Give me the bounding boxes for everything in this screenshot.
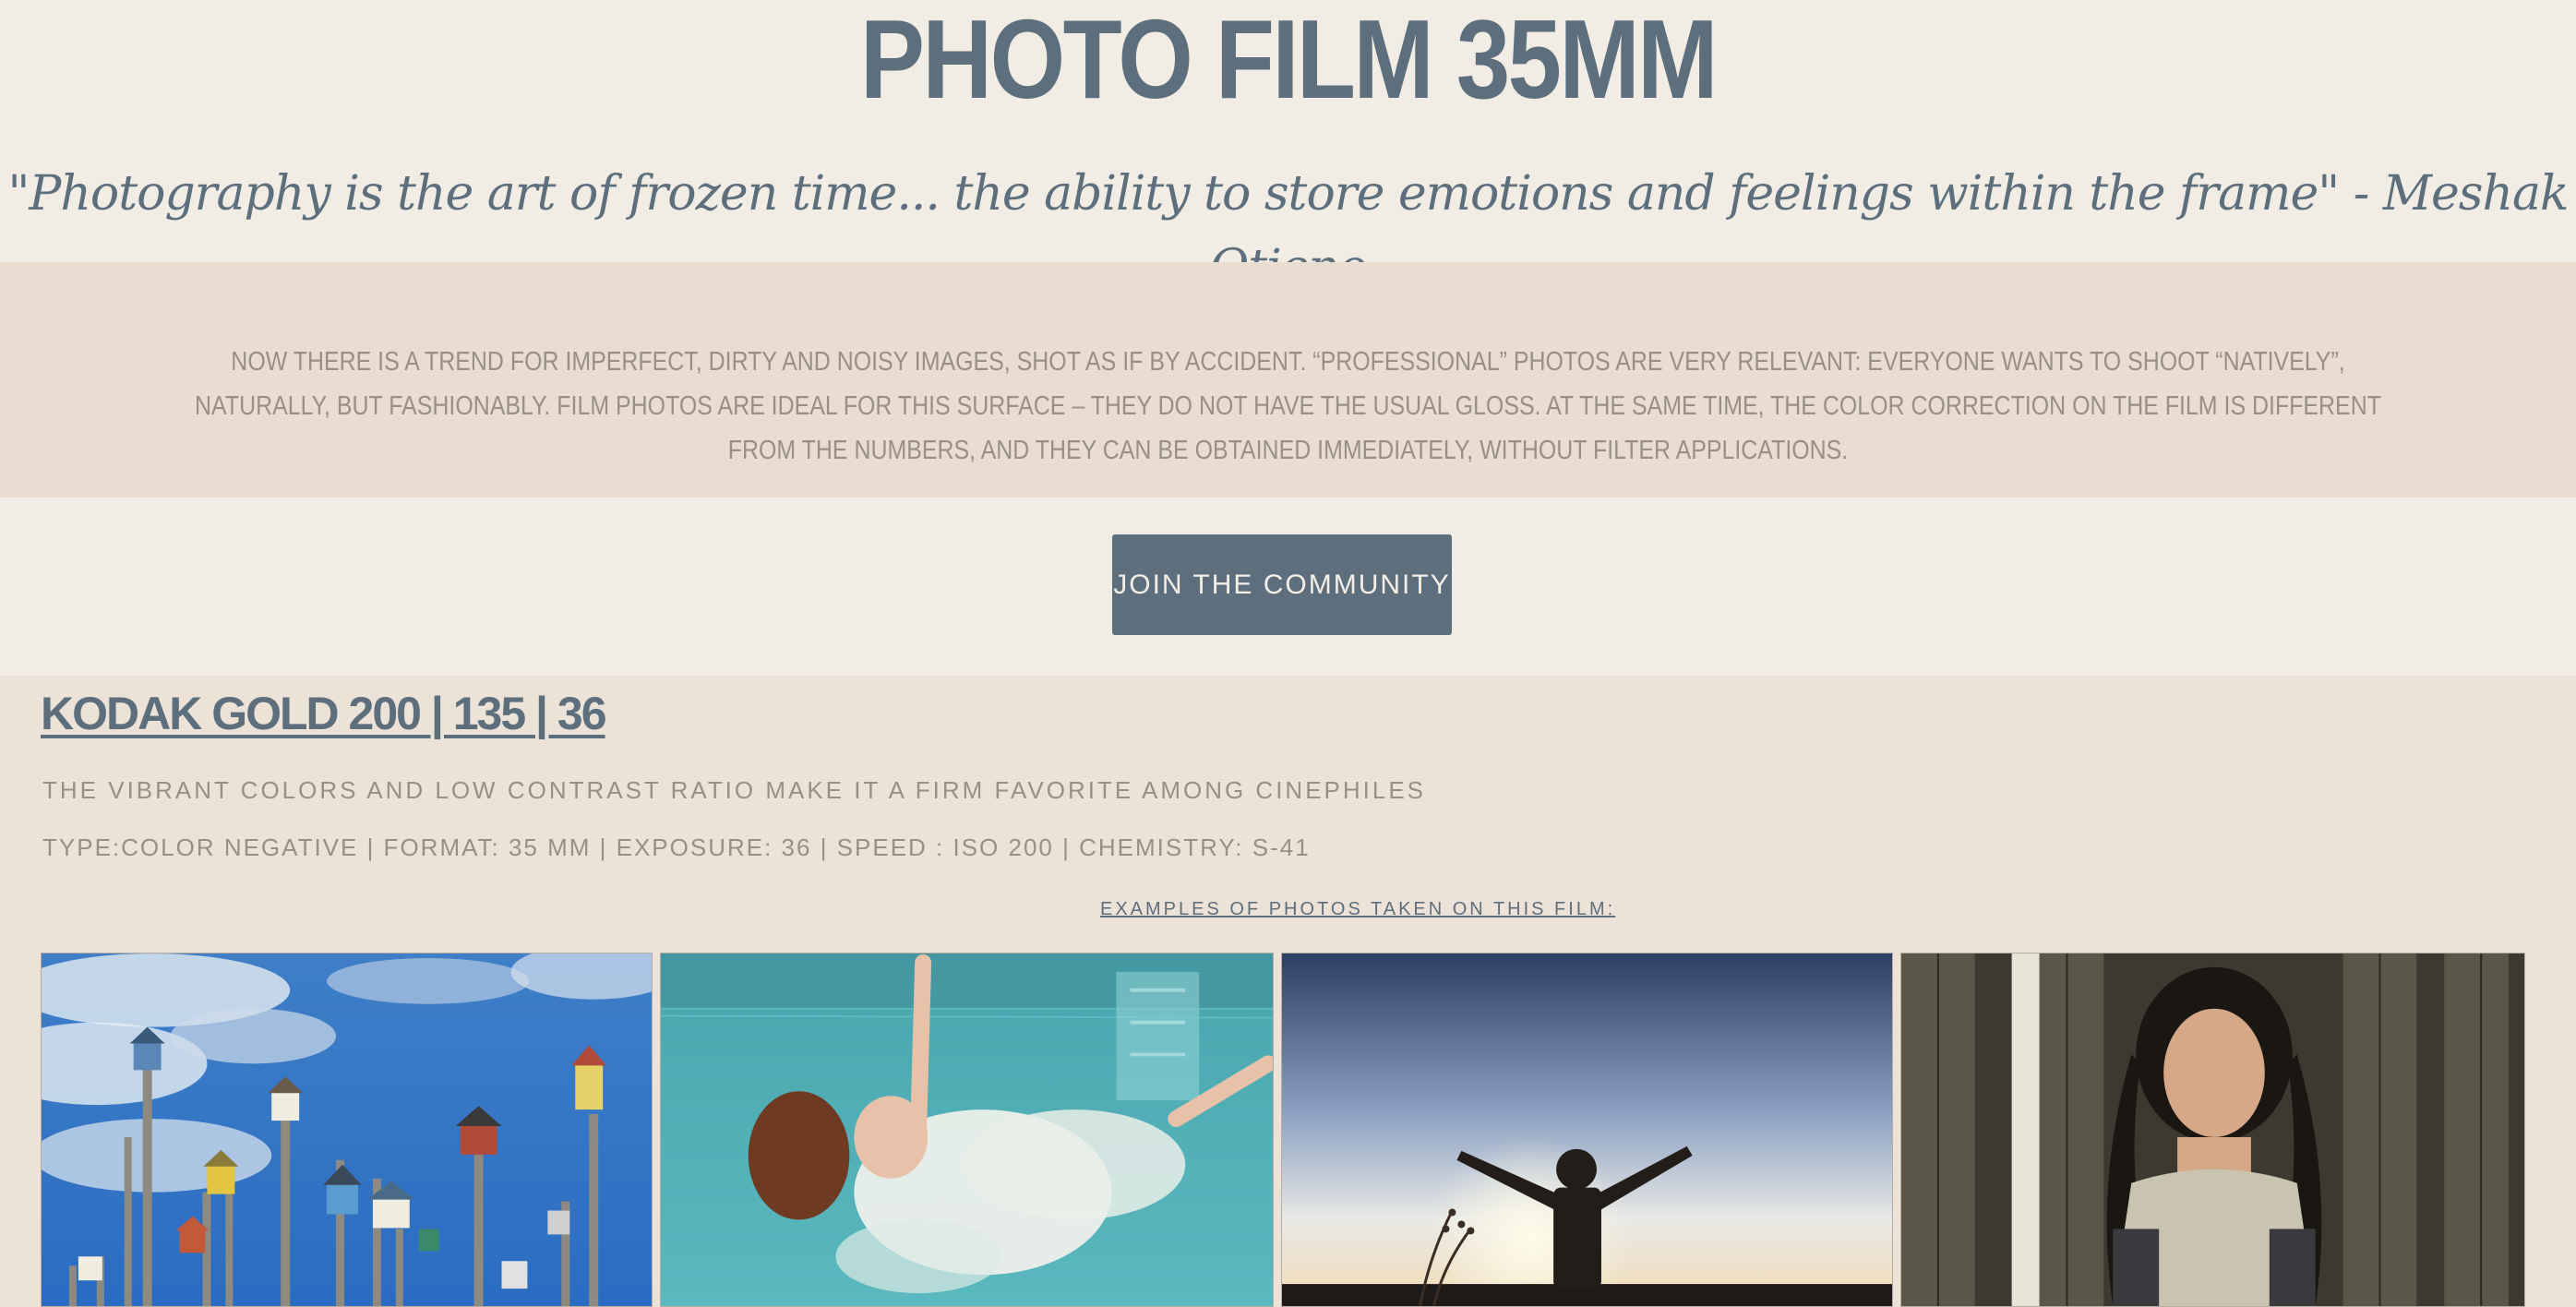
- film-specs: TYPE:COLOR NEGATIVE | FORMAT: 35 MM | EX…: [42, 833, 1311, 861]
- photo-birdhouses-image: [42, 953, 652, 1306]
- examples-link[interactable]: EXAMPLES OF PHOTOS TAKEN ON THIS FILM:: [1100, 895, 1612, 923]
- photo-birdhouses[interactable]: [41, 953, 653, 1307]
- film-description: THE VIBRANT COLORS AND LOW CONTRAST RATI…: [42, 776, 1427, 804]
- photo-underwater-image: [661, 953, 1273, 1306]
- intro-text: Now there is a trend for imperfect, dirt…: [195, 347, 2381, 465]
- header-quote: "Photography is the art of frozen time..…: [7, 166, 2569, 295]
- photo-silhouette[interactable]: [1281, 953, 1893, 1307]
- photo-underwater[interactable]: [660, 953, 1274, 1307]
- join-community-button[interactable]: JOIN THE COMMUNITY: [1112, 534, 1452, 635]
- photo-portrait[interactable]: [1900, 953, 2525, 1307]
- film-section: KODAK GOLD 200 | 135 | 36 THE VIBRANT CO…: [0, 676, 2576, 1307]
- photo-silhouette-image: [1282, 953, 1892, 1306]
- cta-section: JOIN THE COMMUNITY: [0, 498, 2576, 676]
- photo-portrait-image: [1901, 953, 2524, 1306]
- page-title: PHOTO FILM 35MM: [860, 0, 1719, 122]
- intro-section: Now there is a trend for imperfect, dirt…: [0, 262, 2576, 498]
- film-title-link[interactable]: KODAK GOLD 200 | 135 | 36: [41, 685, 607, 742]
